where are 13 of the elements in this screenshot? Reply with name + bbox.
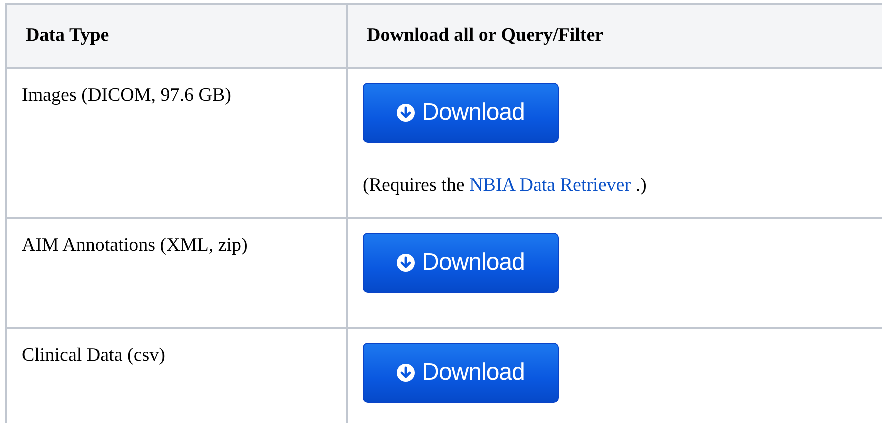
download-icon <box>397 104 416 122</box>
data-type-text: Clinical Data (csv) <box>22 345 166 366</box>
data-type-text: AIM Annotations (XML, zip) <box>22 235 248 256</box>
nbia-data-retriever-link[interactable]: NBIA Data Retriever <box>470 175 632 196</box>
column-header: Data Type <box>6 4 347 68</box>
data-type-text: Images (DICOM, 97.6 GB) <box>22 85 232 106</box>
download-button[interactable]: Download <box>363 343 559 403</box>
download-button[interactable]: Download <box>363 83 559 143</box>
download-icon <box>397 254 416 272</box>
column-header: Download all or Query/Filter <box>347 4 882 68</box>
download-icon <box>397 364 416 382</box>
download-button[interactable]: Download <box>363 233 559 293</box>
requirement-note: (Requires the NBIA Data Retriever .) <box>363 174 648 198</box>
